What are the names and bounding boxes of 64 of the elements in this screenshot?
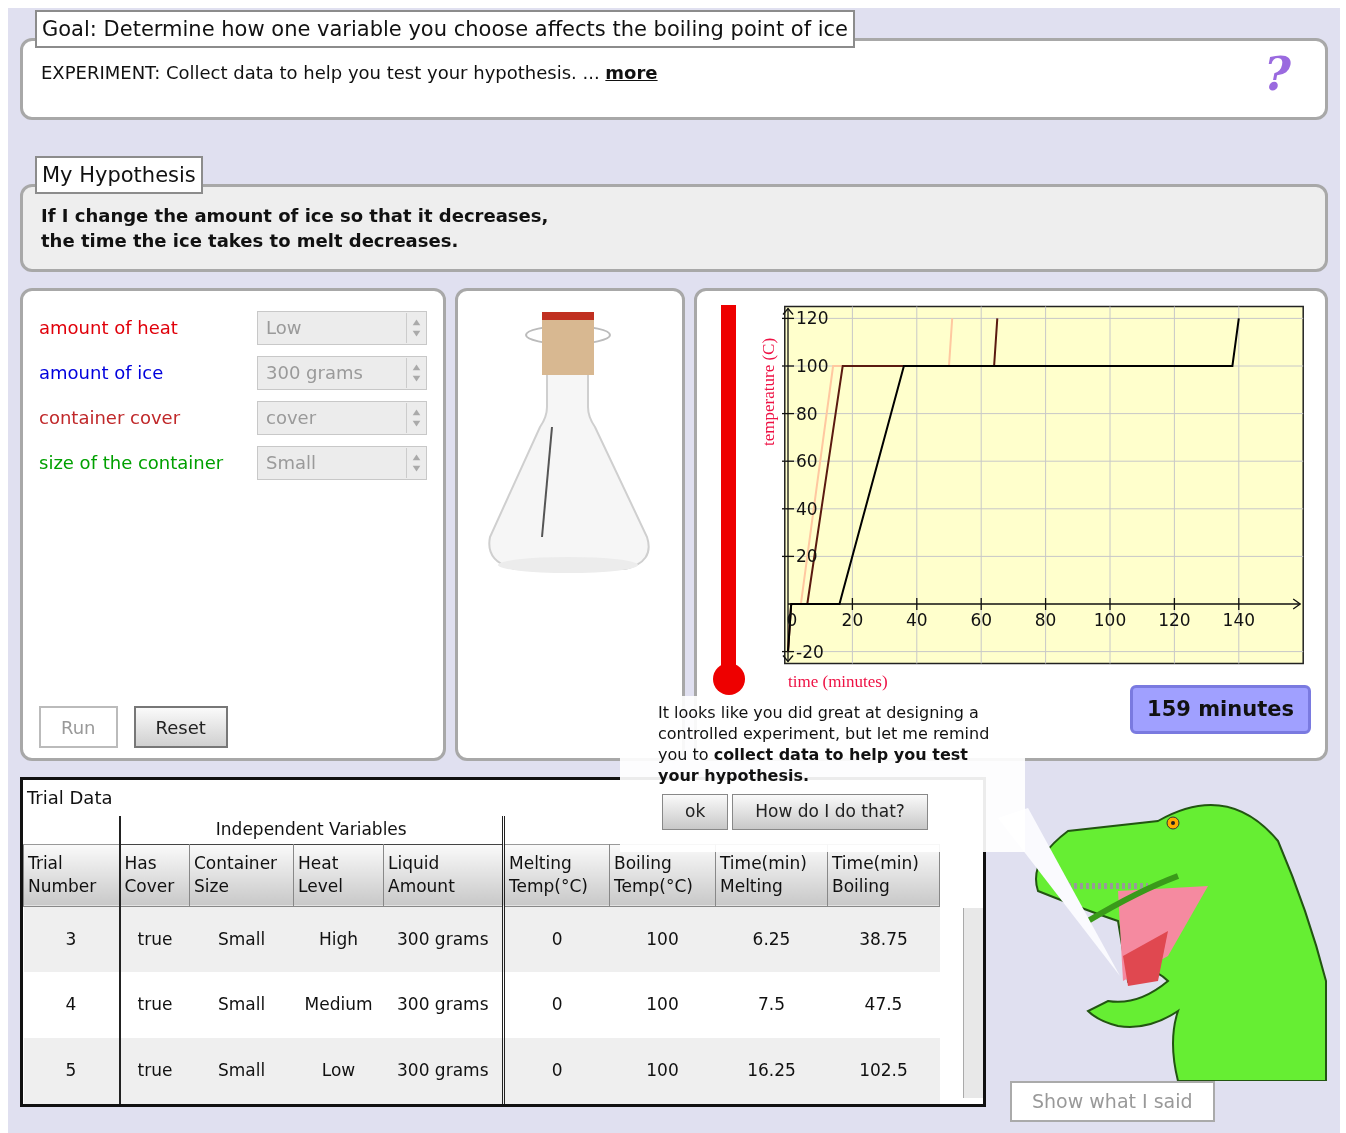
- table-cell: 100: [609, 906, 716, 972]
- control-button[interactable]: Reset: [133, 706, 228, 748]
- tick-label: 120: [1158, 610, 1191, 630]
- table-cell: Small: [189, 972, 294, 1038]
- tick-label: -20: [796, 641, 824, 662]
- table-cell: 102.5: [827, 1038, 940, 1104]
- table-cell: true: [119, 906, 190, 972]
- table-cell: Small: [189, 1038, 294, 1104]
- dialog-button[interactable]: How do I do that?: [732, 794, 928, 830]
- goal-title: Goal: Determine how one variable you choose affects the boiling point of ice: [35, 10, 856, 48]
- tick-label: 120: [796, 308, 829, 329]
- elapsed-time: 159 minutes: [1130, 684, 1311, 734]
- column-header[interactable]: Liquid Amount: [383, 844, 504, 906]
- table-cell: 16.25: [715, 1038, 828, 1104]
- table-cell: 5: [23, 1038, 120, 1104]
- table-cell: 38.75: [827, 906, 940, 972]
- tick-label: 40: [796, 498, 818, 519]
- variable-label: amount of ice: [39, 361, 165, 385]
- column-header[interactable]: Heat Level: [293, 844, 384, 906]
- table-cell: true: [119, 972, 190, 1038]
- column-header[interactable]: Melting Temp(°C): [503, 844, 610, 906]
- variable-label: size of the container: [39, 451, 225, 475]
- variable-label: amount of heat: [39, 316, 179, 340]
- column-header[interactable]: Container Size: [189, 844, 294, 906]
- table-cell: 300 grams: [383, 906, 504, 972]
- table-cell: 3: [23, 906, 120, 972]
- table-cell: 100: [609, 972, 716, 1038]
- table-cell: 0: [503, 972, 610, 1038]
- tick-label: 80: [796, 403, 818, 424]
- scrollbar[interactable]: [963, 908, 983, 1098]
- table-cell: High: [293, 906, 384, 972]
- message-text: It looks like you did great at designing a controlled experiment, but let me remind you to collect data to help you test your hypothesis.: [658, 702, 991, 786]
- table-cell: true: [119, 1038, 190, 1104]
- table-title: Trial Data: [27, 787, 113, 808]
- tick-label: 100: [1093, 610, 1127, 630]
- more-link[interactable]: more: [605, 62, 658, 83]
- table-cell: 7.5: [715, 972, 828, 1038]
- tick-label: 20: [841, 610, 864, 630]
- instructions-text: EXPERIMENT: Collect data to help you test your hypothesis. ...: [41, 62, 600, 83]
- table-cell: 0: [503, 906, 610, 972]
- table-cell: 100: [609, 1038, 716, 1104]
- column-header[interactable]: Has Cover: [119, 844, 190, 906]
- tick-label: 40: [906, 610, 928, 630]
- table-cell: 47.5: [827, 972, 940, 1038]
- axis-title: time (minutes): [788, 672, 888, 691]
- tick-label: 140: [1222, 610, 1256, 630]
- table-cell: Small: [189, 906, 294, 972]
- dialog-button[interactable]: ok: [662, 794, 729, 830]
- table-cell: Low: [293, 1038, 384, 1104]
- table-cell: 300 grams: [383, 1038, 504, 1104]
- column-group-header: Independent Variables: [215, 819, 407, 840]
- variable-label: container cover: [39, 406, 182, 430]
- help-icon[interactable]: ?: [1264, 51, 1291, 117]
- table-cell: Medium: [293, 972, 384, 1038]
- tick-label: 100: [796, 356, 829, 376]
- column-header[interactable]: Trial Number: [23, 844, 120, 906]
- table-cell: 0: [503, 1038, 610, 1104]
- hypothesis-title: My Hypothesis: [35, 156, 203, 194]
- hypothesis-text: If I change the amount of ice so that it decreases, the time the ice takes to melt decreases.: [41, 204, 550, 253]
- tick-label: 60: [970, 610, 992, 630]
- tick-label: 60: [796, 451, 818, 472]
- tick-label: 80: [1034, 610, 1057, 630]
- axis-title: temperature (C): [759, 337, 778, 446]
- table-cell: 6.25: [715, 906, 828, 972]
